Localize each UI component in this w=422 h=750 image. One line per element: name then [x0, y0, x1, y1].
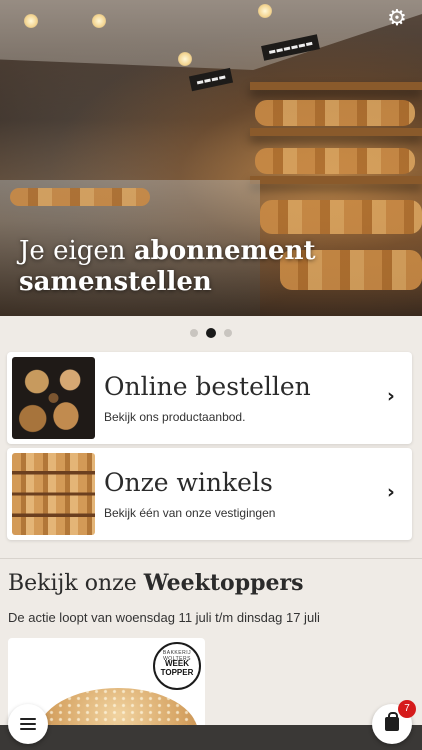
bread-row: [10, 188, 150, 206]
gear-icon[interactable]: ⚙: [384, 6, 410, 32]
online-bestellen-card[interactable]: Online bestellen Bekijk ons productaanbo…: [7, 352, 412, 444]
weektoppers-title-bold: Weektoppers: [143, 570, 304, 596]
badge-label-line2: TOPPER: [160, 668, 194, 677]
weektoppers-subtitle: De actie loopt van woensdag 11 juli t/m …: [8, 610, 320, 625]
card-title: Onze winkels: [104, 468, 273, 497]
hero-caption: Je eigen abonnement samenstellen: [19, 236, 316, 298]
badge-label: WEEK TOPPER: [155, 659, 199, 677]
card-subtitle: Bekijk ons productaanbod.: [104, 410, 246, 424]
weektoppers-title-regular: Bekijk onze: [8, 571, 137, 596]
weektoppers-title: Bekijk onze Weektoppers: [8, 570, 303, 596]
bread-row: [255, 148, 415, 174]
carousel-dot[interactable]: [190, 329, 198, 337]
section-divider: [0, 558, 422, 559]
cart-count-badge: 7: [398, 700, 416, 718]
hero-ceiling: [0, 0, 422, 70]
onze-winkels-card[interactable]: Onze winkels Bekijk één van onze vestigi…: [7, 448, 412, 540]
card-title: Online bestellen: [104, 372, 311, 401]
chevron-right-icon: ›: [387, 385, 395, 407]
ceiling-lamp: [92, 14, 106, 28]
shopping-bag-icon: [385, 712, 399, 731]
weektopper-badge: BAKKERIJ WOLTERS WEEK TOPPER: [153, 642, 201, 690]
hero-shelf: [250, 128, 422, 136]
hero-shelf: [250, 176, 422, 184]
bottom-bar: [0, 725, 422, 750]
ceiling-lamp: [258, 4, 272, 18]
hero-shelf: [250, 82, 422, 90]
hero-banner[interactable]: ▬▬▬▬▬▬ ▬▬▬▬ Je eigen abonnement samenste…: [0, 0, 422, 316]
store-thumbnail: [12, 453, 95, 535]
pastry-thumbnail: [12, 357, 95, 439]
hero-caption-bold: abonnement: [133, 236, 316, 266]
bread-row: [255, 100, 415, 126]
bread-row: [260, 200, 422, 234]
hero-caption-regular: Je eigen: [19, 236, 126, 266]
badge-label-line1: WEEK: [165, 659, 189, 668]
hero-caption-line2: samenstellen: [19, 267, 212, 297]
hamburger-icon: [20, 718, 36, 730]
ceiling-lamp: [24, 14, 38, 28]
card-subtitle: Bekijk één van onze vestigingen: [104, 506, 276, 520]
carousel-dot[interactable]: [224, 329, 232, 337]
ceiling-lamp: [178, 52, 192, 66]
menu-button[interactable]: [8, 704, 48, 744]
carousel-indicator: [0, 328, 422, 338]
hero-sign: ▬▬▬▬: [188, 67, 234, 92]
chevron-right-icon: ›: [387, 481, 395, 503]
carousel-dot-active[interactable]: [206, 328, 216, 338]
